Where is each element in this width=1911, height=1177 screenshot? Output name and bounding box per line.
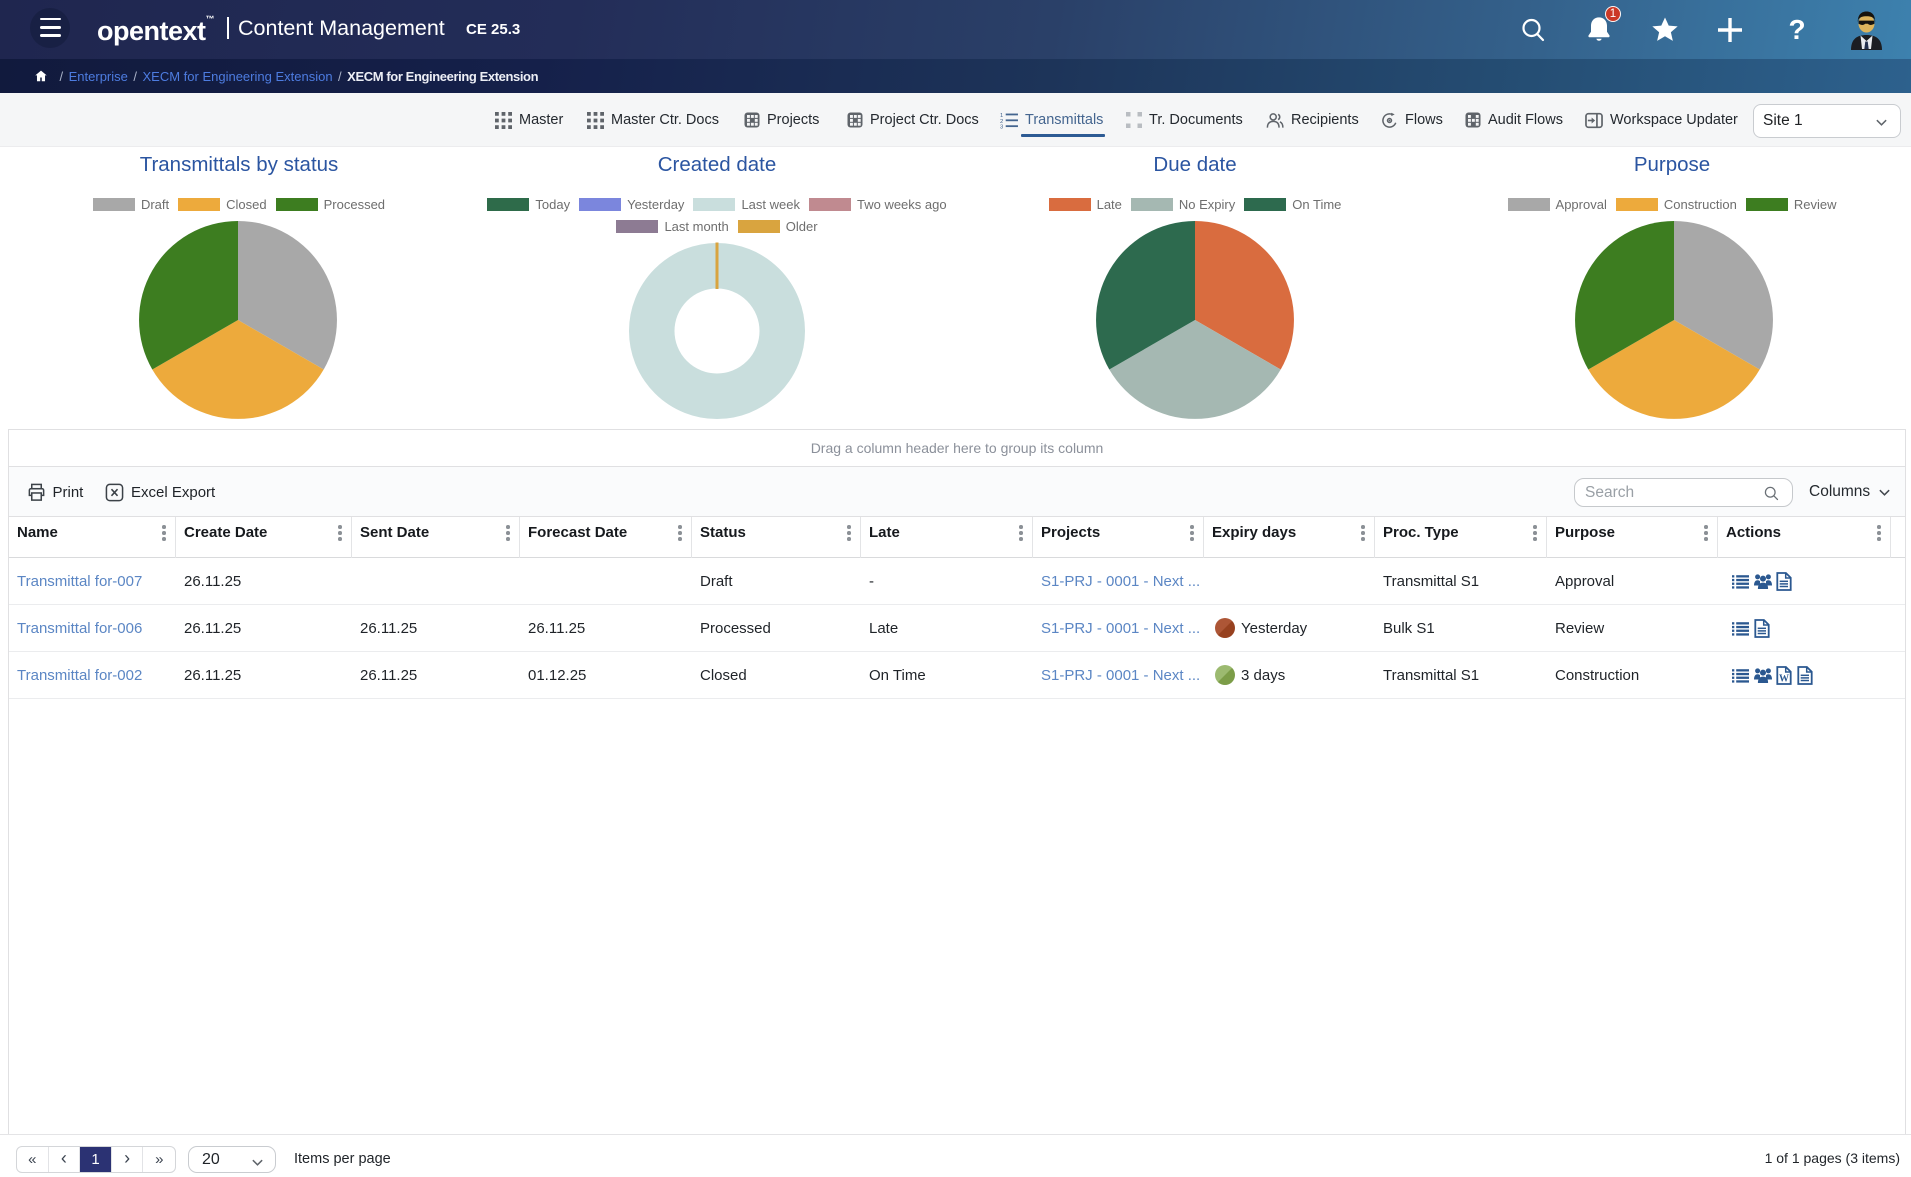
- svg-text:W: W: [1779, 674, 1789, 685]
- svg-text:3: 3: [1000, 124, 1003, 128]
